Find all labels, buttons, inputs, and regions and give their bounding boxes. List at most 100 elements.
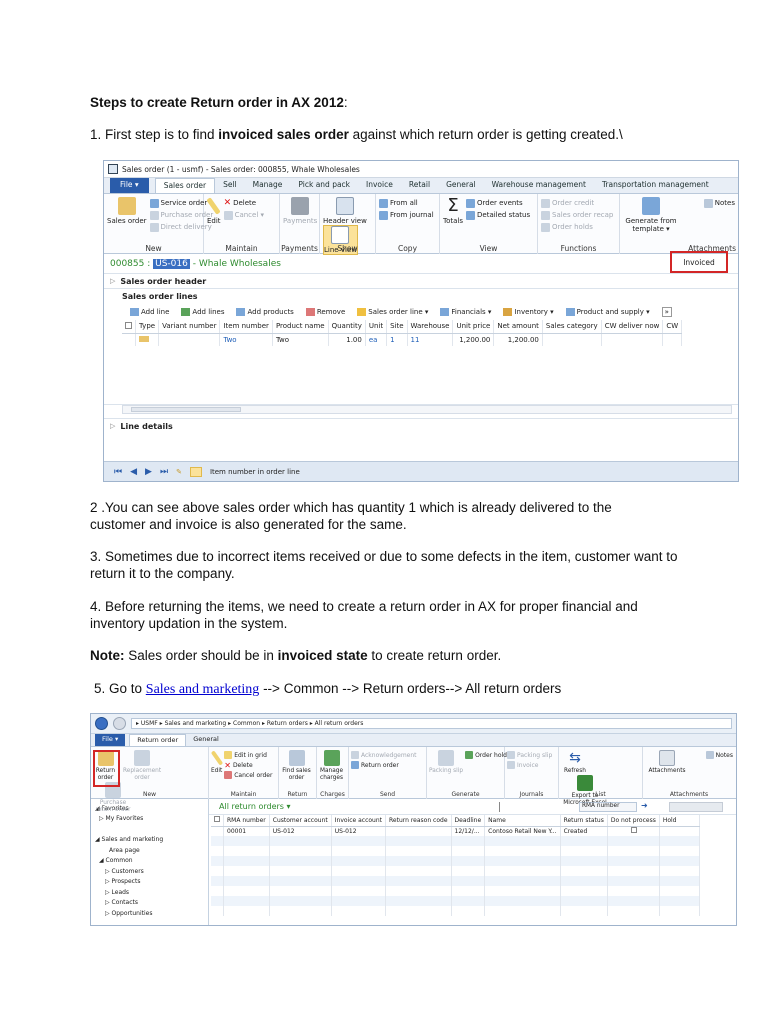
col-quantity[interactable]: Quantity xyxy=(328,320,366,334)
tab-general[interactable]: General xyxy=(438,178,484,193)
col-type[interactable]: Type xyxy=(135,320,160,334)
breadcrumb[interactable]: ▸ USMF ▸ Sales and marketing ▸ Common ▸ … xyxy=(131,718,732,729)
order-credit-button[interactable]: Order credit xyxy=(541,197,616,209)
add-line-button[interactable]: Add line xyxy=(130,308,169,316)
manage-charges-button[interactable]: Manage charges xyxy=(319,750,344,782)
nav-opportunities[interactable]: ▷ Opportunities xyxy=(91,908,208,919)
filter-field-select[interactable]: RMA number xyxy=(579,802,637,812)
tab-sell[interactable]: Sell xyxy=(215,178,245,193)
nav-prospects[interactable]: ▷ Prospects xyxy=(91,877,208,888)
payments-button[interactable]: Payments xyxy=(283,197,317,225)
col-do-not-process[interactable]: Do not process xyxy=(607,815,660,827)
nav-area-page[interactable]: Area page xyxy=(91,845,208,856)
tab-return-order[interactable]: Return order xyxy=(129,734,187,746)
add-lines-button[interactable]: Add lines xyxy=(181,308,224,316)
invoice-journal-button[interactable]: Invoice xyxy=(507,760,556,770)
edit-button[interactable]: Edit xyxy=(210,750,223,775)
col-unit-price[interactable]: Unit price xyxy=(452,320,495,334)
replacement-order-button[interactable]: Replacement order xyxy=(122,750,162,782)
detailed-status-button[interactable]: Detailed status xyxy=(466,209,534,221)
col-hold[interactable]: Hold xyxy=(659,815,700,827)
notes-button[interactable]: Notes xyxy=(703,197,735,209)
add-products-button[interactable]: Add products xyxy=(236,308,294,316)
packing-slip-journal-button[interactable]: Packing slip xyxy=(507,750,556,760)
send-return-order-button[interactable]: Return order xyxy=(351,760,424,770)
table-row[interactable]: 00001 US-012 US-012 12/12/... Contoso Re… xyxy=(211,826,700,836)
attachments-button[interactable]: Attachments xyxy=(645,750,689,775)
tab-pick-and-pack[interactable]: Pick and pack xyxy=(290,178,358,193)
from-all-button[interactable]: From all xyxy=(379,197,436,209)
from-journal-button[interactable]: From journal xyxy=(379,209,436,221)
back-icon[interactable] xyxy=(95,717,108,730)
col-product-name[interactable]: Product name xyxy=(272,320,329,334)
col-deadline[interactable]: Deadline xyxy=(451,815,486,827)
col-return-reason-code[interactable]: Return reason code xyxy=(385,815,452,827)
col-rma-number[interactable]: RMA number xyxy=(223,815,270,827)
col-unit[interactable]: Unit xyxy=(365,320,388,334)
filter-go-icon[interactable]: ➜ xyxy=(641,801,648,810)
col-net-amount[interactable]: Net amount xyxy=(493,320,543,334)
order-holds-button[interactable]: Order holds xyxy=(465,750,510,760)
filter-input[interactable] xyxy=(499,802,577,812)
cancel-order-button[interactable]: Cancel order xyxy=(224,770,276,780)
nav-customers[interactable]: ▷ Customers xyxy=(91,866,208,877)
tab-manage[interactable]: Manage xyxy=(245,178,291,193)
nav-common[interactable]: ◢ Common xyxy=(91,856,208,867)
edit-in-grid-button[interactable]: Edit in grid xyxy=(224,750,276,760)
col-site[interactable]: Site xyxy=(386,320,408,334)
col-variant-number[interactable]: Variant number xyxy=(158,320,221,334)
header-view-button[interactable]: Header view xyxy=(323,197,367,225)
col-warehouse[interactable]: Warehouse xyxy=(407,320,454,334)
view-icon[interactable] xyxy=(189,466,202,477)
col-invoice-account[interactable]: Invoice account xyxy=(331,815,387,827)
col-return-status[interactable]: Return status xyxy=(560,815,608,827)
generate-from-template-button[interactable]: Generate from template ▾ xyxy=(623,197,679,233)
last-record-icon[interactable]: ⏭ xyxy=(160,467,168,477)
edit-button[interactable]: Edit xyxy=(206,197,221,225)
remove-button[interactable]: Remove xyxy=(305,308,345,316)
col-cw[interactable]: CW xyxy=(662,320,683,334)
sales-order-recap-button[interactable]: Sales order recap xyxy=(541,209,616,221)
nav-sales-and-marketing[interactable]: ◢ Sales and marketing xyxy=(91,835,208,846)
sales-order-button[interactable]: Sales order xyxy=(107,197,147,225)
next-record-icon[interactable]: ▶ xyxy=(145,467,152,477)
tab-invoice[interactable]: Invoice xyxy=(358,178,401,193)
tab-file[interactable]: File ▾ xyxy=(110,178,149,193)
fasttab-line-details[interactable]: ▷ Line details xyxy=(104,418,738,433)
cancel-button[interactable]: Cancel ▾ xyxy=(223,209,276,221)
service-order-button[interactable]: Service order xyxy=(149,197,207,209)
sales-and-marketing-link[interactable]: Sales and marketing xyxy=(146,682,260,697)
nav-contacts[interactable]: ▷ Contacts xyxy=(91,898,208,909)
acknowledgement-button[interactable]: Acknowledgement xyxy=(351,750,424,760)
totals-button[interactable]: Σ Totals xyxy=(443,197,463,226)
col-customer-account[interactable]: Customer account xyxy=(269,815,332,827)
col-checkbox[interactable] xyxy=(211,815,224,827)
delete-button[interactable]: ✕ Delete xyxy=(224,760,276,770)
nav-leads[interactable]: ▷ Leads xyxy=(91,887,208,898)
fasttab-sales-order-header[interactable]: ▷ Sales order header xyxy=(104,274,738,289)
packing-slip-button[interactable]: Packing slip xyxy=(429,750,463,775)
col-checkbox[interactable] xyxy=(122,320,136,334)
tab-transportation-management[interactable]: Transportation management xyxy=(594,178,717,193)
tab-general[interactable]: General xyxy=(186,734,226,746)
order-holds-button[interactable]: Order holds xyxy=(541,221,616,233)
filter-icons[interactable] xyxy=(669,802,723,812)
edit-pencil-icon[interactable]: ✎ xyxy=(176,468,182,476)
inventory-menu[interactable]: Inventory ▾ xyxy=(503,308,554,316)
do-not-process-checkbox[interactable] xyxy=(630,827,637,834)
sales-order-line-menu[interactable]: Sales order line ▾ xyxy=(357,308,428,316)
nav-my-favorites[interactable]: ▷ My Favorites xyxy=(91,814,208,825)
tab-warehouse-management[interactable]: Warehouse management xyxy=(484,178,594,193)
col-item-number[interactable]: Item number xyxy=(219,320,273,334)
col-sales-category[interactable]: Sales category xyxy=(542,320,602,334)
notes-button[interactable]: Notes xyxy=(705,750,733,760)
scrollbar-thumb[interactable] xyxy=(131,407,241,412)
purchase-order-button[interactable]: Purchase order xyxy=(149,209,213,221)
tab-file[interactable]: File ▾ xyxy=(95,734,126,746)
refresh-button[interactable]: ⇆ Refresh xyxy=(561,750,589,775)
tab-retail[interactable]: Retail xyxy=(401,178,438,193)
product-and-supply-menu[interactable]: Product and supply ▾ xyxy=(565,308,650,316)
tab-sales-order[interactable]: Sales order xyxy=(154,178,216,193)
horizontal-scrollbar[interactable] xyxy=(122,405,732,414)
item-number-cell[interactable]: Two xyxy=(219,333,273,346)
